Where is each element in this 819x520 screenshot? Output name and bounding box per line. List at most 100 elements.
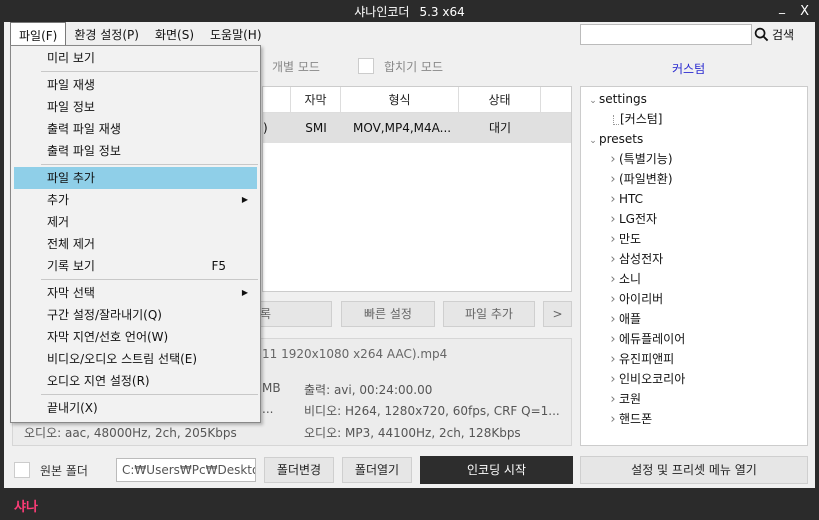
- info-output-video: 비디오: H264, 1280x720, 60fps, CRF Q=1...: [304, 404, 560, 418]
- file-menu-item[interactable]: 파일 재생: [11, 74, 260, 96]
- tree-item-label: 인비오코리아: [619, 372, 686, 386]
- chevron-down-icon[interactable]: ⌄: [587, 131, 599, 151]
- chevron-right-icon[interactable]: ›: [607, 370, 619, 390]
- change-folder-button[interactable]: 폴더변경: [264, 457, 334, 483]
- info-filename: 11 1920x1080 x264 AAC).mp4: [262, 347, 448, 361]
- chevron-right-icon[interactable]: ›: [607, 170, 619, 190]
- more-button[interactable]: >: [543, 301, 572, 327]
- menu-help[interactable]: 도움말(H): [202, 22, 270, 46]
- chevron-right-icon[interactable]: ›: [607, 270, 619, 290]
- search-input[interactable]: [580, 24, 752, 45]
- file-menu-item[interactable]: 추가 ▶: [11, 189, 260, 211]
- chevron-right-icon[interactable]: ›: [607, 390, 619, 410]
- start-encoding-button[interactable]: 인코딩 시작: [420, 456, 573, 484]
- row-prefix: ): [263, 121, 268, 135]
- menu-item-label: 출력 파일 정보: [47, 144, 121, 158]
- chevron-right-icon[interactable]: ›: [607, 250, 619, 270]
- chevron-right-icon[interactable]: ›: [607, 310, 619, 330]
- menu-bar: 파일(F) 환경 설정(P) 화면(S) 도움말(H): [10, 22, 270, 46]
- info-output: 출력: avi, 00:24:00.00: [304, 383, 433, 397]
- chevron-right-icon[interactable]: ›: [607, 290, 619, 310]
- table-row[interactable]: ) SMI MOV,MP4,M4A... 대기: [263, 113, 571, 143]
- partial-button[interactable]: 록: [256, 301, 332, 327]
- chevron-right-icon[interactable]: ›: [607, 330, 619, 350]
- source-folder-checkbox[interactable]: [14, 462, 30, 478]
- file-menu-item[interactable]: 파일 정보: [11, 96, 260, 118]
- file-menu-item[interactable]: 끝내기(X): [11, 397, 260, 419]
- tree-item[interactable]: › HTC: [581, 189, 807, 209]
- file-menu-item[interactable]: 자막 지연/선호 언어(W): [11, 326, 260, 348]
- chevron-right-icon[interactable]: ›: [607, 210, 619, 230]
- menu-item-label: 비디오/오디오 스트림 선택(E): [47, 352, 198, 366]
- column-subtitle[interactable]: 자막: [291, 87, 341, 112]
- tree-item[interactable]: › (파일변환): [581, 169, 807, 189]
- tree-item[interactable]: › 애플: [581, 309, 807, 329]
- tree-item[interactable]: › 만도: [581, 229, 807, 249]
- merge-mode-label[interactable]: 합치기 모드: [384, 58, 443, 75]
- chevron-right-icon[interactable]: ›: [607, 410, 619, 430]
- quick-settings-button[interactable]: 빠른 설정: [341, 301, 435, 327]
- tree-item[interactable]: › 아이리버: [581, 289, 807, 309]
- file-menu-item[interactable]: 자막 선택 ▶: [11, 282, 260, 304]
- tree-item[interactable]: › LG전자: [581, 209, 807, 229]
- menu-item-label: 자막 선택: [47, 286, 95, 300]
- file-menu-item[interactable]: 비디오/오디오 스트림 선택(E): [11, 348, 260, 370]
- tree-item-label: [커스텀]: [620, 112, 663, 126]
- tree-item[interactable]: › 유진피앤피: [581, 349, 807, 369]
- tree-item[interactable]: ⌄ presets: [581, 129, 807, 149]
- menu-item-label: 끝내기(X): [47, 401, 98, 415]
- file-menu-item[interactable]: 전체 제거: [11, 233, 260, 255]
- merge-mode-checkbox[interactable]: [357, 58, 374, 74]
- tree-item-label: 삼성전자: [619, 252, 664, 266]
- file-menu-item[interactable]: 오디오 지연 설정(R): [11, 370, 260, 392]
- tree-item-label: 코원: [619, 392, 642, 406]
- menu-shortcut: F5: [211, 259, 226, 273]
- chevron-right-icon[interactable]: ›: [607, 190, 619, 210]
- add-file-button[interactable]: 파일 추가: [443, 301, 535, 327]
- tree-item[interactable]: › 소니: [581, 269, 807, 289]
- menu-view[interactable]: 화면(S): [147, 22, 202, 46]
- file-menu-item[interactable]: 파일 추가: [14, 167, 257, 189]
- tree-item[interactable]: [커스텀]: [581, 109, 807, 129]
- row-subtitle: SMI: [305, 121, 327, 135]
- tree-item[interactable]: › 삼성전자: [581, 249, 807, 269]
- file-list[interactable]: 자막 형식 상태 ) SMI MOV,MP4,M4A... 대기: [262, 86, 572, 292]
- tree-item[interactable]: › 코원: [581, 389, 807, 409]
- file-menu-item[interactable]: 미리 보기: [11, 47, 260, 69]
- individual-mode-label[interactable]: 개별 모드: [272, 58, 320, 75]
- settings-menu-button[interactable]: 설정 및 프리셋 메뉴 열기: [580, 456, 808, 484]
- tree-item[interactable]: › 인비오코리아: [581, 369, 807, 389]
- row-format: MOV,MP4,M4A...: [353, 121, 452, 135]
- file-menu-item[interactable]: 기록 보기 F5: [11, 255, 260, 277]
- preset-tree[interactable]: ⌄ settings [커스텀] ⌄ presets › (특별기능) › (파일변환) › HTC…: [580, 86, 808, 446]
- file-menu-item[interactable]: 제거: [11, 211, 260, 233]
- tree-item[interactable]: ⌄ settings: [581, 89, 807, 109]
- open-folder-button[interactable]: 폴더열기: [342, 457, 412, 483]
- status-bar: [0, 488, 819, 520]
- tree-item[interactable]: › 핸드폰: [581, 409, 807, 429]
- close-button[interactable]: X: [800, 4, 809, 19]
- minimize-button[interactable]: _: [779, 0, 785, 14]
- custom-tab[interactable]: 커스텀: [672, 60, 705, 77]
- file-menu-item[interactable]: 출력 파일 재생: [11, 118, 260, 140]
- chevron-down-icon[interactable]: ⌄: [587, 91, 599, 111]
- tree-item-label: HTC: [619, 192, 644, 206]
- brand-label: 샤나: [14, 500, 38, 515]
- menu-preferences[interactable]: 환경 설정(P): [66, 22, 147, 46]
- menu-separator: [41, 279, 258, 280]
- menu-file[interactable]: 파일(F): [10, 22, 67, 46]
- tree-item[interactable]: › (특별기능): [581, 149, 807, 169]
- column-status[interactable]: 상태: [459, 87, 541, 112]
- submenu-arrow-icon: ▶: [241, 288, 248, 297]
- output-folder-input[interactable]: C:₩Users₩Pc₩Desktop: [116, 458, 256, 482]
- tree-item-label: 유진피앤피: [619, 352, 675, 366]
- file-menu-item[interactable]: 출력 파일 정보: [11, 140, 260, 162]
- tree-item[interactable]: › 에듀플레이어: [581, 329, 807, 349]
- column-format[interactable]: 형식: [341, 87, 459, 112]
- file-menu-item[interactable]: 구간 설정/잘라내기(Q): [11, 304, 260, 326]
- search-button[interactable]: 검색: [754, 24, 794, 45]
- chevron-right-icon[interactable]: ›: [607, 150, 619, 170]
- chevron-right-icon[interactable]: ›: [607, 230, 619, 250]
- chevron-right-icon[interactable]: ›: [607, 350, 619, 370]
- tree-item-label: 아이리버: [619, 292, 664, 306]
